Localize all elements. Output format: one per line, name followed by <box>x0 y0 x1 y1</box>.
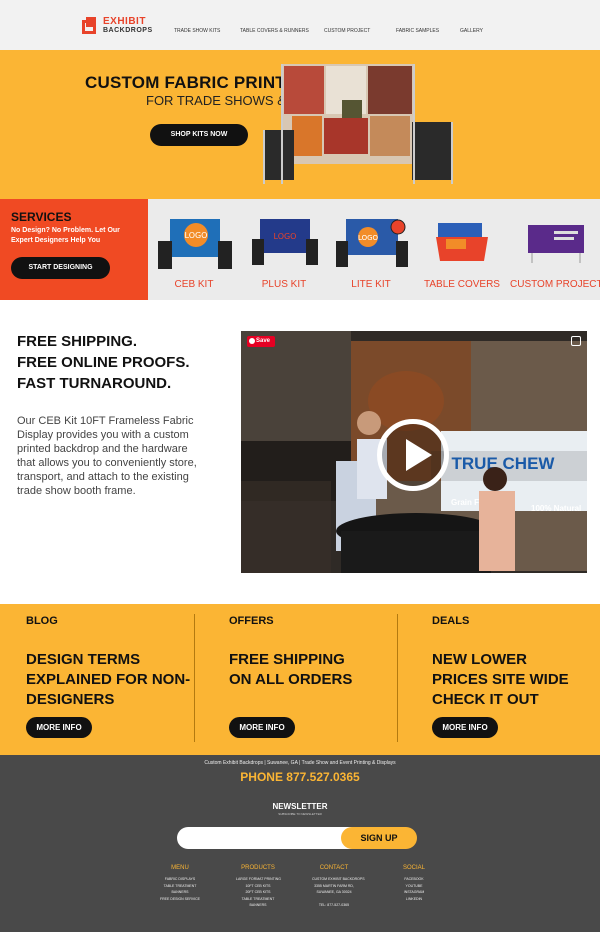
product-label: CUSTOM PROJECTS <box>510 279 600 290</box>
footer-col-products: PRODUCTS LARGE FORMAT PRINTING 10FT CEB … <box>236 865 281 909</box>
footer-col-social: SOCIAL FACEBOOK YOUTUBE INSTAGRAM LINKED… <box>392 865 436 902</box>
footer-link[interactable]: LARGE FORMAT PRINTING <box>236 876 281 883</box>
footer-tagline: Custom Exhibit Backdrops | Suwanee, GA |… <box>204 760 396 766</box>
product-custom-projects[interactable]: CUSTOM PROJECTS <box>510 199 600 300</box>
more-info-button[interactable]: MORE INFO <box>26 717 92 738</box>
pinterest-save-button[interactable]: Save <box>247 336 275 347</box>
footer-col-menu: MENU FABRIC DISPLAYS TABLE TREATMENT BAN… <box>158 865 202 902</box>
site-footer: Custom Exhibit Backdrops | Suwanee, GA |… <box>0 755 600 932</box>
services-subtitle: No Design? No Problem. Let Our Expert De… <box>11 227 120 244</box>
logo-mark-square <box>86 17 96 27</box>
promo-headline: NEW LOWER PRICES SITE WIDE CHECK IT OUT <box>432 651 569 708</box>
promo-headline: FREE SHIPPING ON ALL ORDERS <box>229 651 353 688</box>
pinterest-icon <box>249 338 255 344</box>
table-cover-image <box>436 223 488 261</box>
promo-offers: OFFERS FREE SHIPPING ON ALL ORDERS MORE … <box>203 604 405 755</box>
feature-fast-turnaround: FAST TURNAROUND. <box>17 375 172 392</box>
feature-free-shipping: FREE SHIPPING. <box>17 333 138 350</box>
promo-tag: BLOG <box>26 615 58 627</box>
start-designing-button[interactable]: START DESIGNING <box>11 257 110 279</box>
footer-link-linkedin[interactable]: LINKEDIN <box>392 896 436 903</box>
sign-up-button[interactable]: SIGN UP <box>341 827 417 849</box>
newsletter-subtitle: SUBSCRIBE TO NEWSLETTER <box>278 812 322 816</box>
footer-link[interactable]: FREE DESIGN SERVICE <box>158 896 202 903</box>
save-label: Save <box>256 338 271 344</box>
footer-col-heading: CONTACT <box>319 865 349 871</box>
ceb-kit-image: LOGO <box>158 219 232 269</box>
product-plus-kit[interactable]: LOGO PLUS KIT <box>240 199 328 300</box>
product-lite-kit[interactable]: LOGO LITE KIT <box>328 199 414 300</box>
ceb-logo-text: LOGO <box>185 231 208 240</box>
product-label: PLUS KIT <box>261 279 307 290</box>
promo-band: BLOG DESIGN TERMS EXPLAINED FOR NON-DESI… <box>0 604 600 755</box>
promo-deals: DEALS NEW LOWER PRICES SITE WIDE CHECK I… <box>406 604 600 755</box>
video-player[interactable]: TRUE CHEW Grain Free 100% Natural Save <box>241 331 587 573</box>
hero-banner: CUSTOM FABRIC PRINTS FOR TRADE SHOWS & E… <box>0 50 600 199</box>
products-strip: LOGO CEB KIT LOGO PLUS KIT LOGO LITE KIT <box>148 199 600 300</box>
custom-project-image <box>528 225 584 263</box>
feature-list: FREE SHIPPING. FREE ONLINE PROOFS. FAST … <box>17 331 190 394</box>
newsletter-title: NEWSLETTER <box>272 802 328 811</box>
more-info-button[interactable]: MORE INFO <box>229 717 295 738</box>
footer-phone[interactable]: PHONE 877.527.0365 <box>0 770 600 784</box>
expand-icon[interactable] <box>571 336 581 346</box>
footer-contact-phone[interactable]: TEL: 877-527-0365 <box>312 902 356 909</box>
product-label: CEB KIT <box>174 279 214 290</box>
footer-col-heading: SOCIAL <box>402 865 425 871</box>
feature-online-proofs: FREE ONLINE PROOFS. <box>17 354 190 371</box>
promo-divider <box>397 614 398 742</box>
services-panel: SERVICES No Design? No Problem. Let Our … <box>0 199 148 300</box>
product-description: Our CEB Kit 10FT Frameless Fabric Displa… <box>17 415 197 497</box>
plus-logo-text: LOGO <box>274 232 297 241</box>
promo-tag: OFFERS <box>229 615 274 627</box>
footer-link[interactable]: BANNERS <box>236 902 280 909</box>
nav-custom-project[interactable]: CUSTOM PROJECT <box>324 28 370 34</box>
booth-display-image <box>263 64 453 184</box>
nav-gallery[interactable]: GALLERY <box>460 28 483 34</box>
footer-col-heading: PRODUCTS <box>241 865 275 871</box>
logo-text-backdrops: BACKDROPS <box>103 27 153 34</box>
product-table-covers[interactable]: TABLE COVERS <box>414 199 510 300</box>
promo-headline: DESIGN TERMS EXPLAINED FOR NON-DESIGNERS <box>26 651 191 708</box>
lite-logo-text: LOGO <box>358 234 379 242</box>
product-label: TABLE COVERS <box>424 279 500 290</box>
play-button[interactable] <box>377 419 449 491</box>
footer-contact-line: SUWANEE, GA 30024 <box>316 890 352 894</box>
services-title: SERVICES <box>11 210 72 224</box>
promo-divider <box>194 614 195 742</box>
product-ceb-kit[interactable]: LOGO CEB KIT <box>148 199 240 300</box>
promo-tag: DEALS <box>432 615 470 627</box>
banner-brand-text: TRUE CHEW <box>452 454 556 473</box>
footer-col-heading: MENU <box>171 865 189 871</box>
shop-kits-button[interactable]: SHOP KITS NOW <box>150 124 248 146</box>
product-label: LITE KIT <box>351 279 391 290</box>
play-icon <box>406 439 432 471</box>
brand-logo[interactable]: EXHIBIT BACKDROPS <box>82 16 152 37</box>
site-header: EXHIBIT BACKDROPS TRADE SHOW KITS TABLE … <box>0 0 600 50</box>
plus-kit-image: LOGO <box>252 219 318 265</box>
newsletter-email-input[interactable] <box>177 827 353 849</box>
more-info-button[interactable]: MORE INFO <box>432 717 498 738</box>
nav-table-covers[interactable]: TABLE COVERS & RUNNERS <box>240 28 309 34</box>
lite-kit-image: LOGO <box>336 219 408 267</box>
banner-sub2: 100% Natural <box>531 504 581 513</box>
promo-blog: BLOG DESIGN TERMS EXPLAINED FOR NON-DESI… <box>0 604 202 755</box>
footer-col-contact: CONTACT CUSTOM EXHIBIT BACKDROPS 3355 MA… <box>312 865 365 909</box>
nav-fabric-samples[interactable]: FABRIC SAMPLES <box>396 28 439 34</box>
logo-text-exhibit: EXHIBIT <box>103 16 146 27</box>
footer-contact-line: CUSTOM EXHIBIT BACKDROPS <box>312 877 365 881</box>
nav-trade-show-kits[interactable]: TRADE SHOW KITS <box>174 28 220 34</box>
